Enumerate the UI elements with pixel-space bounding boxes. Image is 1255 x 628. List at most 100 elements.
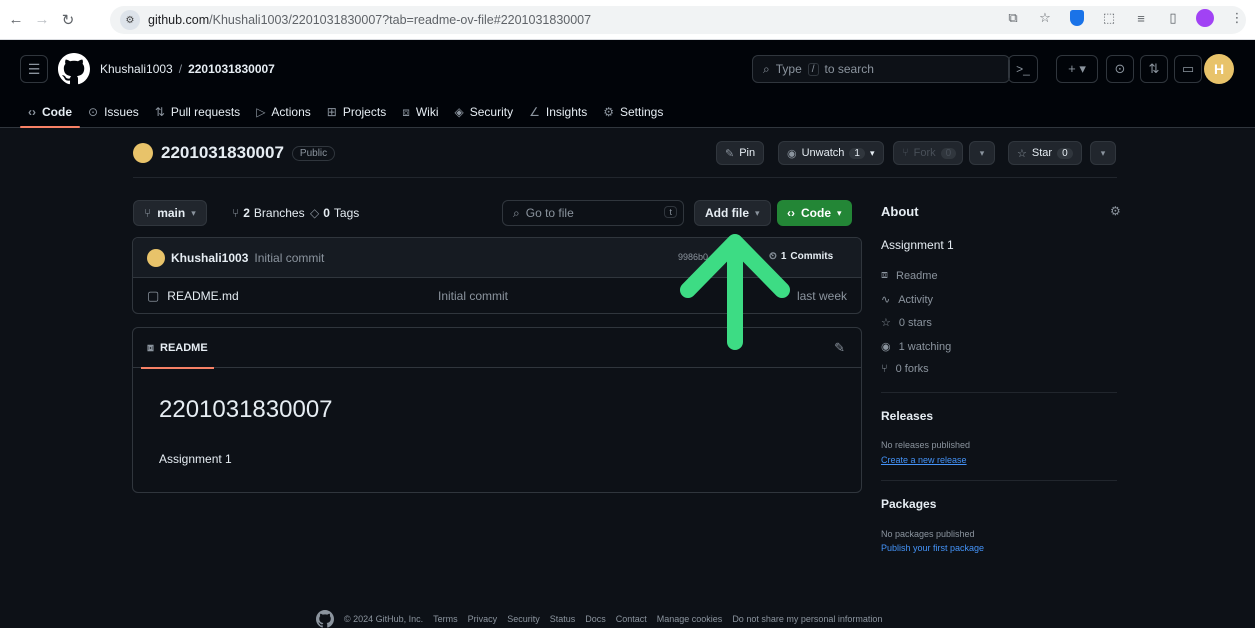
footer-link-docs[interactable]: Docs: [585, 614, 606, 624]
issues-icon[interactable]: ⊙: [1106, 55, 1134, 83]
chevron-down-icon: ▾: [837, 207, 842, 218]
repo-nav-tabs: ‹› Code ⊙ Issues ⇅ Pull requests ▷ Actions ⊞…: [20, 96, 671, 128]
footer-link-privacy[interactable]: Privacy: [468, 614, 498, 624]
tab-actions[interactable]: ▷ Actions: [248, 96, 319, 128]
branches-link[interactable]: ⑂ 2 Branches: [232, 206, 305, 220]
releases-note: No releases published: [881, 440, 971, 450]
footer-link-status[interactable]: Status: [550, 614, 576, 624]
search-input[interactable]: ⌕ Type / to search: [752, 55, 1010, 83]
back-icon[interactable]: ←: [6, 10, 26, 30]
chevron-down-icon: ▾: [191, 207, 196, 218]
readme-heading: 2201031830007: [159, 396, 333, 423]
footer-link-terms[interactable]: Terms: [433, 614, 458, 624]
about-stars-link[interactable]: ☆ 0 stars: [881, 316, 932, 330]
search-placeholder-suffix: to search: [824, 62, 874, 76]
inbox-icon[interactable]: ▭: [1174, 55, 1202, 83]
gear-icon[interactable]: ⚙: [1110, 204, 1121, 218]
tag-icon: ◇: [310, 206, 320, 220]
tab-settings[interactable]: ⚙ Settings: [595, 96, 671, 128]
bookmark-star-icon[interactable]: ☆: [1035, 8, 1055, 28]
create-release-link[interactable]: Create a new release: [881, 455, 967, 465]
code-button[interactable]: ‹› Code ▾: [777, 200, 852, 226]
footer-link-contact[interactable]: Contact: [616, 614, 647, 624]
hamburger-menu-icon[interactable]: ☰: [20, 55, 48, 83]
divider: [881, 480, 1117, 481]
pull-requests-icon[interactable]: ⇅: [1140, 55, 1168, 83]
branch-selector[interactable]: ⑂ main ▾: [133, 200, 207, 226]
about-watching-link[interactable]: ◉ 1 watching: [881, 340, 951, 354]
star-button[interactable]: ☆ Star 0: [1008, 141, 1082, 165]
branch-icon: ⑂: [144, 206, 152, 220]
add-file-button[interactable]: Add file ▾: [694, 200, 771, 226]
side-panel-icon[interactable]: ▯: [1163, 8, 1183, 28]
github-logo-icon[interactable]: [316, 610, 334, 628]
repo-owner-avatar[interactable]: [133, 143, 153, 163]
packages-note: No packages published: [881, 529, 975, 539]
readme-body: Assignment 1: [159, 452, 232, 466]
eye-icon: ◉: [787, 147, 797, 160]
divider: [133, 177, 1117, 178]
releases-title[interactable]: Releases: [881, 409, 933, 423]
browser-actions: ⧉ ☆ ⬚ ≡ ▯ ⋮: [1003, 8, 1247, 28]
tab-wiki[interactable]: ⧈ Wiki: [394, 96, 446, 128]
pin-button[interactable]: ✎ Pin: [716, 141, 765, 165]
tab-readme[interactable]: ⧈ README: [141, 328, 214, 369]
reading-list-icon[interactable]: ≡: [1131, 8, 1151, 28]
footer-link-cookies[interactable]: Manage cookies: [657, 614, 723, 624]
command-palette-button[interactable]: >_: [1008, 55, 1038, 83]
page-title[interactable]: 2201031830007: [161, 143, 284, 163]
book-icon: ⧈: [881, 269, 888, 281]
about-activity-link[interactable]: ∿ Activity: [881, 293, 933, 307]
breadcrumb: Khushali1003 / 2201031830007: [100, 62, 275, 76]
about-readme-link[interactable]: ⧈ Readme: [881, 269, 938, 282]
extensions-puzzle-icon[interactable]: ⬚: [1099, 8, 1119, 28]
issue-icon: ⊙: [88, 105, 99, 119]
star-count: 0: [1057, 147, 1073, 159]
create-new-button[interactable]: + ▾: [1056, 55, 1098, 83]
owner-link[interactable]: Khushali1003: [100, 62, 173, 76]
pin-icon: ✎: [725, 147, 735, 160]
file-name[interactable]: README.md: [167, 289, 238, 303]
publish-package-link[interactable]: Publish your first package: [881, 543, 984, 553]
commit-author[interactable]: Khushali1003: [171, 251, 248, 265]
file-commit-message[interactable]: Initial commit: [438, 289, 508, 303]
about-forks-link[interactable]: ⑂ 0 forks: [881, 363, 929, 375]
github-logo-icon[interactable]: [58, 53, 90, 85]
reload-icon[interactable]: ↻: [58, 10, 78, 30]
footer-link-do-not-share[interactable]: Do not share my personal information: [732, 614, 882, 624]
tab-insights[interactable]: ∠ Insights: [521, 96, 595, 128]
search-icon: ⌕: [763, 61, 770, 76]
fork-icon: ⑂: [902, 147, 909, 159]
url-text: github.com/Khushali1003/2201031830007?ta…: [148, 13, 592, 27]
avatar[interactable]: H: [1204, 54, 1234, 84]
profile-icon[interactable]: [1195, 8, 1215, 28]
tab-projects[interactable]: ⊞ Projects: [319, 96, 394, 128]
go-to-file-input[interactable]: ⌕ Go to file t: [502, 200, 684, 226]
file-icon: ▢: [147, 288, 160, 303]
site-info-icon[interactable]: ⚙: [120, 10, 140, 30]
tab-pull-requests[interactable]: ⇅ Pull requests: [147, 96, 248, 128]
tab-security[interactable]: ◈ Security: [447, 96, 522, 128]
code-icon: ‹›: [787, 206, 795, 220]
unwatch-button[interactable]: ◉ Unwatch 1 ▾: [778, 141, 884, 165]
fork-button[interactable]: ⑂ Fork 0: [893, 141, 963, 165]
install-app-icon[interactable]: ⧉: [1003, 8, 1023, 28]
kebab-menu-icon[interactable]: ⋮: [1227, 8, 1247, 28]
tab-code[interactable]: ‹› Code: [20, 96, 80, 128]
fork-count: 0: [940, 147, 957, 159]
watch-count: 1: [849, 147, 865, 159]
avatar[interactable]: [147, 248, 165, 267]
tags-link[interactable]: ◇ 0 Tags: [310, 206, 359, 220]
packages-title[interactable]: Packages: [881, 497, 936, 511]
shortcut-key: t: [664, 206, 677, 218]
forward-icon[interactable]: →: [32, 10, 52, 30]
extension-shield-icon[interactable]: [1067, 8, 1087, 28]
footer-link-security[interactable]: Security: [507, 614, 540, 624]
edit-pencil-icon[interactable]: ✎: [834, 340, 845, 356]
tab-issues[interactable]: ⊙ Issues: [80, 96, 147, 128]
fork-dropdown-button[interactable]: ▾: [969, 141, 995, 165]
search-shortcut-key: /: [807, 62, 819, 76]
repo-link[interactable]: 2201031830007: [188, 62, 275, 76]
star-dropdown-button[interactable]: ▾: [1090, 141, 1116, 165]
commit-message[interactable]: Initial commit: [254, 251, 324, 265]
